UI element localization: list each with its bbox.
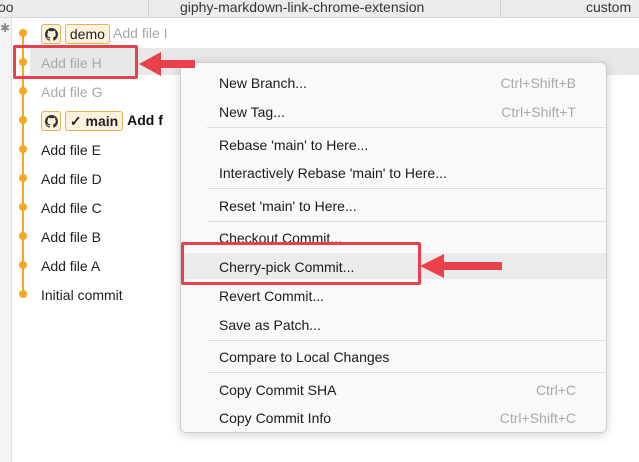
gear-icon[interactable]: ✱ bbox=[0, 22, 10, 34]
menu-separator bbox=[207, 127, 605, 128]
menu-separator bbox=[207, 372, 605, 373]
commit-dot bbox=[19, 203, 27, 211]
commit-message[interactable]: Add file C bbox=[41, 200, 102, 216]
left-gutter bbox=[0, 18, 12, 462]
arrow-left-icon bbox=[420, 254, 502, 278]
commit-dot bbox=[19, 290, 27, 298]
github-icon bbox=[41, 111, 61, 132]
tab-divider bbox=[148, 0, 149, 17]
commit-dot bbox=[19, 29, 27, 37]
menu-item-new-branch[interactable]: New Branch... Ctrl+Shift+B bbox=[181, 69, 606, 95]
commit-message[interactable]: Add file B bbox=[41, 229, 101, 245]
commit-message: Add f bbox=[127, 112, 163, 128]
menu-item-new-tag[interactable]: New Tag... Ctrl+Shift+T bbox=[181, 98, 606, 124]
tab-repo-2[interactable]: giphy-markdown-link-chrome-extension bbox=[180, 0, 424, 17]
commit-dot bbox=[19, 116, 27, 124]
commit-message: Add file I bbox=[113, 25, 168, 41]
tab-repo-3[interactable]: custom bbox=[586, 0, 631, 17]
menu-separator bbox=[207, 188, 605, 189]
commit-dot bbox=[19, 174, 27, 182]
commit-message[interactable]: Add file A bbox=[41, 258, 100, 274]
menu-separator bbox=[207, 221, 605, 222]
menu-item-interactive-rebase[interactable]: Interactively Rebase 'main' to Here... bbox=[181, 159, 606, 185]
menu-item-rebase[interactable]: Rebase 'main' to Here... bbox=[181, 131, 606, 157]
commit-row[interactable]: ✓ main Add f bbox=[41, 107, 163, 133]
menu-separator bbox=[207, 340, 605, 341]
branch-badge-main[interactable]: ✓ main bbox=[64, 111, 124, 132]
tab-repo-1[interactable]: oo bbox=[0, 0, 14, 17]
highlight-box-commit bbox=[13, 45, 138, 79]
commit-dot bbox=[19, 261, 27, 269]
tab-divider bbox=[500, 0, 501, 17]
commit-message[interactable]: Add file E bbox=[41, 142, 101, 158]
commit-dot bbox=[19, 87, 27, 95]
arrow-left-icon bbox=[139, 52, 195, 76]
check-icon: ✓ bbox=[69, 113, 82, 130]
tab-strip: oo giphy-markdown-link-chrome-extension … bbox=[0, 0, 639, 18]
menu-item-compare[interactable]: Compare to Local Changes bbox=[181, 343, 606, 369]
menu-item-copy-info[interactable]: Copy Commit Info Ctrl+Shift+C bbox=[181, 404, 606, 430]
commit-message[interactable]: Add file G bbox=[41, 84, 102, 100]
commit-row[interactable]: demo Add file I bbox=[41, 20, 168, 46]
commit-dot bbox=[19, 232, 27, 240]
menu-item-save-patch[interactable]: Save as Patch... bbox=[181, 311, 606, 337]
github-icon bbox=[41, 24, 61, 45]
commit-message[interactable]: Initial commit bbox=[41, 287, 123, 303]
menu-item-reset[interactable]: Reset 'main' to Here... bbox=[181, 192, 606, 218]
menu-item-revert[interactable]: Revert Commit... bbox=[181, 282, 606, 308]
branch-badge-demo[interactable]: demo bbox=[64, 24, 110, 45]
highlight-box-cherry-pick bbox=[181, 242, 421, 285]
menu-item-copy-sha[interactable]: Copy Commit SHA Ctrl+C bbox=[181, 376, 606, 402]
commit-dot bbox=[19, 145, 27, 153]
commit-message[interactable]: Add file D bbox=[41, 171, 102, 187]
